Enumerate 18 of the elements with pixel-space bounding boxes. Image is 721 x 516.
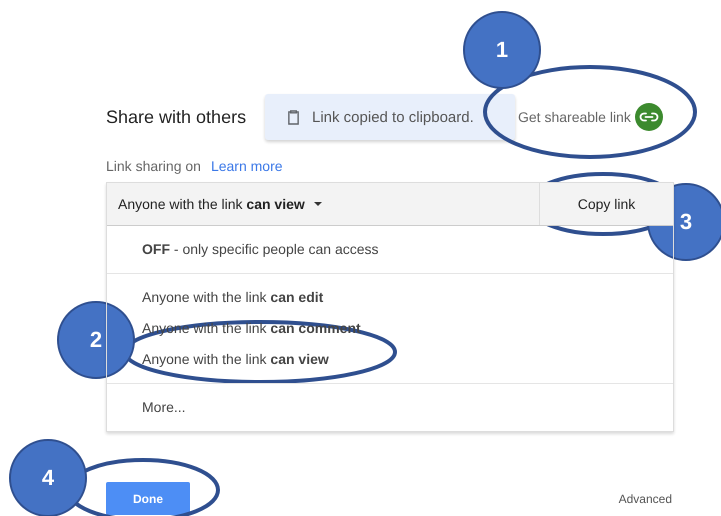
- callout-number-badge: 4: [9, 439, 87, 516]
- get-shareable-link-button[interactable]: Get shareable link: [518, 103, 663, 131]
- menu-item[interactable]: Anyone with the link can view: [142, 344, 329, 375]
- callout-number-badge: 2: [57, 301, 135, 379]
- learn-more-link[interactable]: Learn more: [210, 158, 283, 174]
- clipboard-icon: [287, 108, 300, 126]
- caret-icon: [314, 202, 322, 206]
- link-sharing-status: Link sharing on: [106, 158, 201, 174]
- menu-item[interactable]: OFF - only specific people can access: [142, 234, 379, 265]
- menu-item[interactable]: Anyone with the link can edit: [142, 282, 324, 313]
- access-dropdown[interactable]: Anyone with the link can view: [107, 183, 539, 225]
- copy-link-button[interactable]: Copy link: [539, 183, 673, 225]
- callout-number-badge: 1: [463, 11, 541, 89]
- dialog-title: Share with others: [106, 106, 248, 128]
- link-icon: [634, 103, 663, 131]
- advanced-link[interactable]: Advanced: [618, 492, 672, 506]
- menu-item[interactable]: More...: [142, 392, 186, 423]
- toast-notification: Link copied to clipboard.: [265, 94, 515, 140]
